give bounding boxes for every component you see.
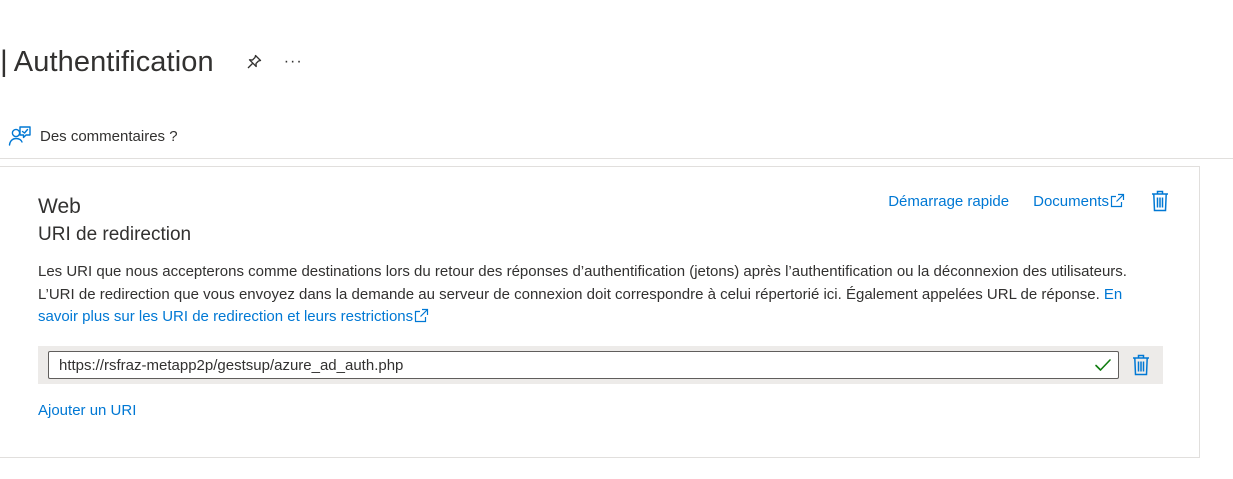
- card-actions: Démarrage rapide Documents: [888, 189, 1171, 213]
- trash-icon: [1133, 354, 1149, 376]
- feedback-label: Des commentaires ?: [40, 127, 178, 145]
- feedback-person-icon: [8, 124, 32, 148]
- web-platform-card: Web URI de redirection Démarrage rapide …: [0, 166, 1200, 458]
- description-text: Les URI que nous accepterons comme desti…: [38, 263, 1127, 303]
- platform-title: Web: [38, 195, 81, 218]
- trash-icon: [1152, 190, 1168, 212]
- redirect-uri-row: [38, 346, 1163, 384]
- redirect-uri-input[interactable]: [48, 351, 1119, 379]
- title-separator: |: [0, 45, 8, 78]
- more-options-icon[interactable]: ···: [284, 54, 303, 70]
- add-uri-link[interactable]: Ajouter un URI: [38, 402, 136, 419]
- delete-uri-button[interactable]: [1130, 353, 1152, 377]
- section-title: URI de redirection: [38, 224, 192, 245]
- page-header: | Authentification ···: [0, 40, 303, 84]
- delete-platform-button[interactable]: [1149, 189, 1171, 213]
- header-divider: [0, 158, 1233, 159]
- external-link-icon: [1110, 193, 1125, 208]
- checkmark-icon: [1094, 356, 1112, 374]
- external-link-icon: [414, 308, 429, 323]
- quickstart-link[interactable]: Démarrage rapide: [888, 193, 1009, 210]
- page-title: Authentification: [13, 45, 214, 78]
- pin-icon[interactable]: [244, 52, 264, 72]
- docs-link-label: Documents: [1033, 192, 1109, 210]
- feedback-button[interactable]: Des commentaires ?: [8, 124, 178, 148]
- docs-link[interactable]: Documents: [1033, 193, 1125, 210]
- redirect-uri-description: Les URI que nous accepterons comme desti…: [38, 261, 1148, 329]
